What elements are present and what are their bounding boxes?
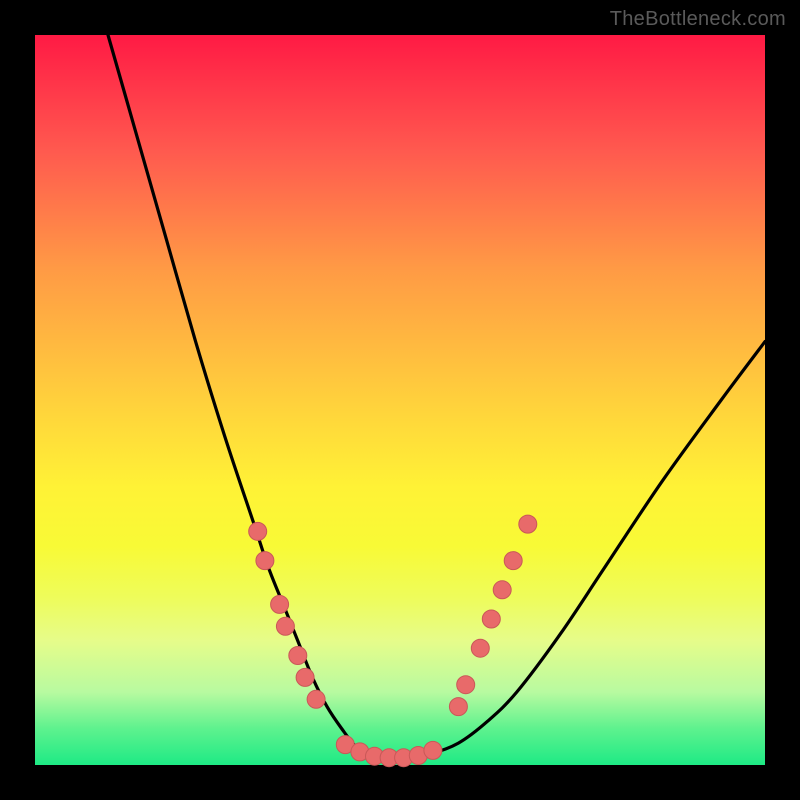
data-dot <box>457 676 475 694</box>
data-dot <box>482 610 500 628</box>
chart-svg <box>35 35 765 765</box>
data-dot <box>271 595 289 613</box>
data-dot <box>493 581 511 599</box>
data-dot <box>296 668 314 686</box>
data-dot <box>289 647 307 665</box>
data-dot <box>471 639 489 657</box>
outer-frame: TheBottleneck.com <box>0 0 800 800</box>
data-dot <box>249 522 267 540</box>
bottleneck-curve <box>108 35 765 758</box>
watermark-text: TheBottleneck.com <box>610 8 786 31</box>
data-dot <box>256 552 274 570</box>
plot-area <box>35 35 765 765</box>
data-dot <box>519 515 537 533</box>
data-points <box>249 515 537 767</box>
data-dot <box>424 741 442 759</box>
data-dot <box>276 617 294 635</box>
data-dot <box>449 698 467 716</box>
data-dot <box>307 690 325 708</box>
data-dot <box>504 552 522 570</box>
